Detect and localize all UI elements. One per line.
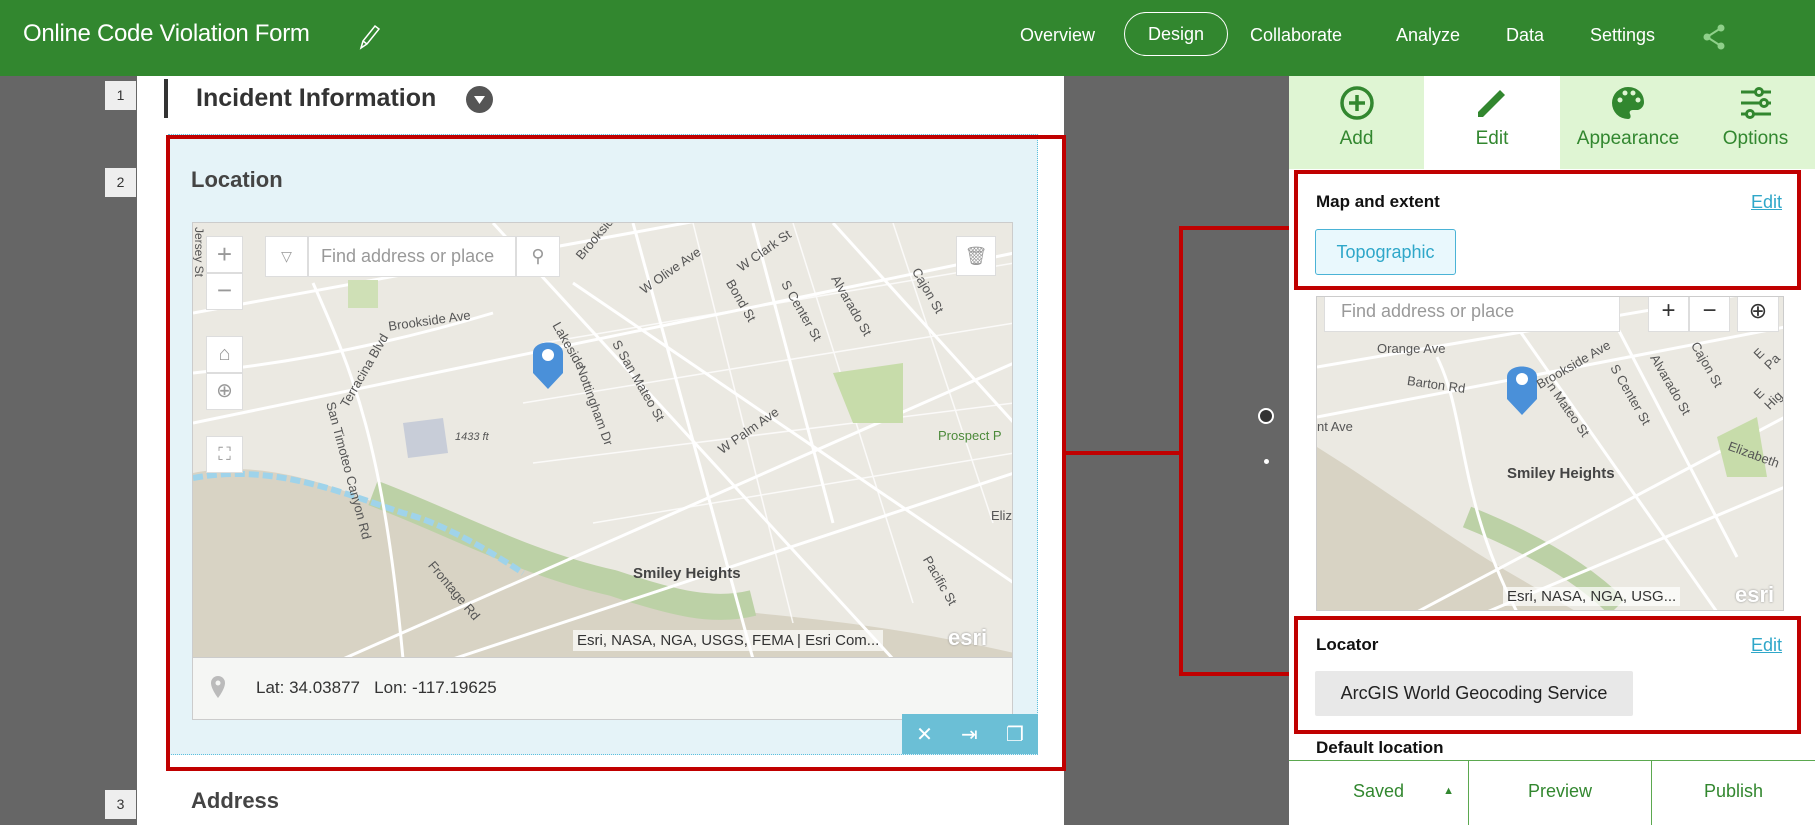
collapse-toggle-icon[interactable] (466, 86, 493, 113)
nav-design[interactable]: Design (1124, 12, 1228, 56)
map-label: E Hig (1750, 385, 1784, 413)
section-heading[interactable]: Incident Information (196, 84, 436, 113)
locate-button[interactable]: ⊕ (1737, 297, 1779, 332)
highlight-box-location (166, 135, 1066, 771)
tab-add[interactable]: Add (1289, 76, 1424, 169)
highlight-connector (1179, 672, 1296, 676)
map-label: Brookside Ave (1533, 337, 1614, 392)
zoom-out-button[interactable]: − (1689, 297, 1730, 332)
map-label: Barton Rd (1406, 372, 1467, 397)
map-label: n Mateo St (1544, 379, 1593, 440)
map-label: Orange Ave (1377, 341, 1446, 356)
map-labels: Orange Ave Barton Rd Brookside Ave S Cen… (1317, 297, 1784, 610)
highlight-connector (1066, 451, 1183, 455)
esri-logo: esri (1735, 582, 1775, 607)
map-attribution: Esri, NASA, NGA, USG... (1503, 587, 1681, 606)
row-number-2: 2 (105, 168, 136, 197)
minimap-search-input[interactable]: Find address or place (1324, 297, 1620, 332)
resize-handle[interactable] (1258, 408, 1274, 424)
question-label[interactable]: Address (191, 788, 279, 814)
tab-options[interactable]: Options (1696, 76, 1815, 169)
tab-label: Edit (1475, 128, 1509, 149)
caret-up-icon[interactable]: ▲ (1443, 761, 1454, 821)
map-label: nt Ave (1317, 419, 1353, 434)
form-title: Online Code Violation Form (23, 20, 310, 47)
share-icon[interactable] (1700, 22, 1728, 52)
map-label: Alvarado St (1647, 351, 1694, 418)
palette-icon (1612, 87, 1645, 119)
nav-collaborate[interactable]: Collaborate (1250, 25, 1342, 46)
map-label: E Pa (1750, 345, 1783, 373)
map-label: S Center St (1607, 361, 1654, 428)
map-label: Elizabeth (1726, 438, 1782, 471)
nav-overview[interactable]: Overview (1020, 25, 1095, 46)
map-label: Smiley Heights (1507, 465, 1615, 482)
row-number-1: 1 (105, 81, 136, 110)
preview-button[interactable]: Preview (1468, 760, 1651, 825)
saved-label: Saved (1352, 781, 1405, 801)
app-header: Online Code Violation Form Overview Desi… (0, 0, 1815, 76)
page-break-marker (164, 79, 168, 118)
highlight-box-locator (1294, 616, 1801, 734)
pencil-icon (1478, 90, 1505, 117)
default-extent-map[interactable]: Orange Ave Barton Rd Brookside Ave S Cen… (1316, 296, 1784, 611)
tab-label: Appearance (1576, 128, 1680, 149)
crosshair-icon: ⊕ (1748, 298, 1768, 323)
plus-circle-icon (1339, 86, 1374, 120)
tab-label: Add (1339, 128, 1374, 149)
sliders-icon (1740, 87, 1771, 119)
nav-analyze[interactable]: Analyze (1396, 25, 1460, 46)
saved-button[interactable]: Saved ▲ (1289, 760, 1468, 825)
row-number-3: 3 (105, 790, 136, 819)
tab-label: Options (1722, 128, 1789, 149)
nav-settings[interactable]: Settings (1590, 25, 1655, 46)
edit-title-icon[interactable] (356, 22, 382, 52)
tab-appearance[interactable]: Appearance (1560, 76, 1696, 169)
zoom-in-button[interactable]: + (1648, 297, 1689, 332)
default-location-title: Default location (1316, 738, 1444, 757)
highlight-connector (1179, 226, 1296, 230)
publish-button[interactable]: Publish (1651, 760, 1815, 825)
highlight-box-map-extent (1294, 170, 1801, 290)
highlight-connector (1179, 226, 1183, 676)
nav-data[interactable]: Data (1506, 25, 1544, 46)
tab-edit[interactable]: Edit (1424, 76, 1560, 169)
handle-dot (1264, 459, 1269, 464)
map-label: Cajon St (1687, 339, 1726, 390)
